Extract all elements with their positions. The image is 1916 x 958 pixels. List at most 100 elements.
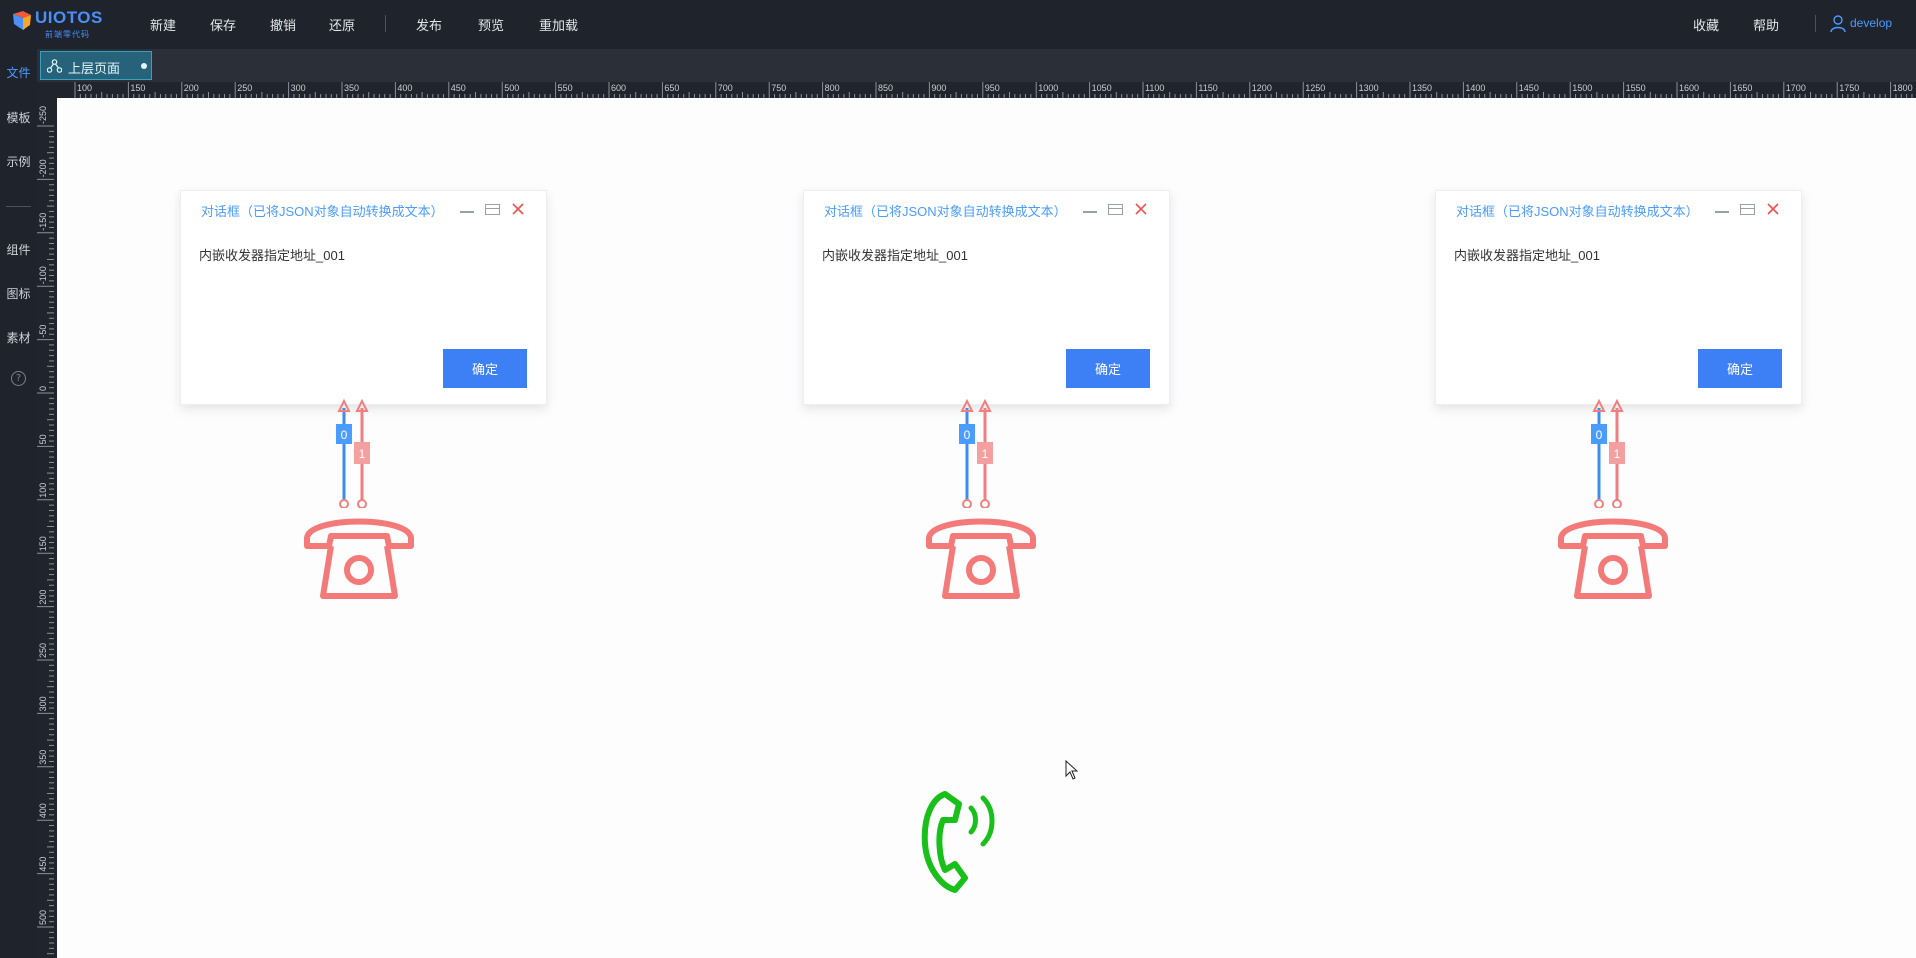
toolbar-divider-right: [1815, 15, 1816, 32]
dialog-message: 内嵌收发器指定地址_001: [822, 248, 968, 263]
ruler-label: 350: [344, 83, 359, 93]
ruler-label: 350: [38, 750, 48, 765]
ruler-label: 500: [504, 83, 519, 93]
ruler-label: 650: [664, 83, 679, 93]
horizontal-ruler[interactable]: 100 150 200 250 300 350 400 450 500 550 600 650 700 7…: [57, 82, 1916, 98]
sidebar-item-examples[interactable]: 示例: [0, 153, 37, 170]
ruler-label: 750: [771, 83, 786, 93]
unsaved-dot-icon: [141, 63, 147, 69]
ruler-label: 100: [77, 83, 92, 93]
port-label-0: 0: [1596, 428, 1603, 442]
ruler-label: 950: [985, 83, 1000, 93]
confirm-button[interactable]: 确定: [1698, 349, 1782, 388]
dialog-box[interactable]: 对话框（已将JSON对象自动转换成文本） 内嵌收发器指定地址_001 确定: [1435, 190, 1802, 405]
ruler-label: 550: [558, 83, 573, 93]
ruler-label: 1200: [1252, 83, 1272, 93]
minimize-icon[interactable]: [1715, 211, 1729, 213]
vertical-ruler[interactable]: -250 -200 -150 -100 -50 0 50 100 150 200 250 300 350…: [37, 98, 54, 958]
maximize-icon[interactable]: [485, 204, 500, 215]
minimize-icon[interactable]: [1083, 211, 1097, 213]
telephone-icon[interactable]: [923, 508, 1039, 608]
ruler-label: 1000: [1038, 83, 1058, 93]
ruler-label: 1550: [1626, 83, 1646, 93]
help-button[interactable]: 帮助: [1753, 15, 1779, 34]
dialog-box[interactable]: 对话框（已将JSON对象自动转换成文本） 内嵌收发器指定地址_001 确定: [180, 190, 547, 405]
left-sidebar: 文件 模板 示例 组件 图标 素材 ?: [0, 49, 37, 958]
ruler-label: 200: [38, 590, 48, 605]
app-logo[interactable]: UIOTOS 前端零代码: [11, 6, 111, 40]
minimize-icon[interactable]: [460, 211, 474, 213]
ruler-label: 400: [397, 83, 412, 93]
redo-button[interactable]: 还原: [329, 15, 355, 34]
mouse-cursor-icon: [1065, 760, 1079, 780]
favorite-button[interactable]: 收藏: [1693, 15, 1719, 34]
logo-subtitle: 前端零代码: [45, 30, 90, 39]
ruler-label: 300: [38, 696, 48, 711]
sidebar-item-template[interactable]: 模板: [0, 109, 37, 126]
port-label-0: 0: [964, 428, 971, 442]
ruler-label: 1750: [1839, 83, 1859, 93]
ruler-label: 1450: [1519, 83, 1539, 93]
maximize-icon[interactable]: [1740, 204, 1755, 215]
ruler-label: 800: [825, 83, 840, 93]
logo-mark-icon: [13, 11, 31, 30]
new-button[interactable]: 新建: [150, 15, 176, 34]
ruler-label: 900: [931, 83, 946, 93]
ruler-label: 1300: [1359, 83, 1379, 93]
ruler-label: 600: [611, 83, 626, 93]
port-label-1: 1: [1614, 447, 1621, 461]
ruler-label: 1150: [1198, 83, 1217, 93]
tab-parent-page[interactable]: 上层页面: [40, 51, 152, 80]
maximize-icon[interactable]: [1108, 204, 1123, 215]
preview-button[interactable]: 预览: [478, 15, 504, 34]
ruler-label: 150: [130, 83, 145, 93]
ruler-label: 300: [291, 83, 306, 93]
ruler-label: 1800: [1893, 83, 1913, 93]
user-name: develop: [1850, 16, 1893, 30]
ruler-label: 1350: [1412, 83, 1432, 93]
confirm-button[interactable]: 确定: [443, 349, 527, 388]
dialog-box[interactable]: 对话框（已将JSON对象自动转换成文本） 内嵌收发器指定地址_001 确定: [803, 190, 1170, 405]
telephone-icon[interactable]: [301, 508, 417, 608]
ruler-label: 1600: [1679, 83, 1699, 93]
ruler-label: -100: [38, 266, 48, 284]
ruler-label: -200: [38, 159, 48, 177]
close-icon[interactable]: [511, 202, 525, 216]
ruler-label: 400: [38, 803, 48, 818]
close-icon[interactable]: [1134, 202, 1148, 216]
ruler-label: -150: [38, 213, 48, 231]
telephone-icon[interactable]: [1555, 508, 1671, 608]
ruler-label: -250: [38, 106, 48, 124]
reload-button[interactable]: 重加载: [539, 15, 578, 34]
ruler-label: 100: [38, 483, 48, 498]
save-button[interactable]: 保存: [210, 15, 236, 34]
ruler-label: 250: [237, 83, 252, 93]
dialog-title: 对话框（已将JSON对象自动转换成文本）: [201, 204, 444, 219]
ruler-label: 1650: [1732, 83, 1752, 93]
ruler-label: 0: [38, 386, 48, 391]
connector-wires[interactable]: 0 1: [1583, 398, 1643, 508]
connector-wires[interactable]: 0 1: [328, 398, 388, 508]
undo-button[interactable]: 撤销: [270, 15, 296, 34]
ruler-label: 850: [878, 83, 893, 93]
ruler-label: 50: [38, 434, 48, 444]
ringing-phone-icon[interactable]: [915, 786, 1015, 896]
help-circle-icon[interactable]: ?: [11, 371, 26, 386]
connector-wires[interactable]: 0 1: [951, 398, 1011, 508]
ruler-label: 700: [718, 83, 733, 93]
sidebar-item-icons[interactable]: 图标: [0, 285, 37, 302]
design-canvas[interactable]: 对话框（已将JSON对象自动转换成文本） 内嵌收发器指定地址_001 确定 对话…: [57, 98, 1916, 958]
ruler-label: 1400: [1465, 83, 1485, 93]
ruler-label: 1700: [1786, 83, 1806, 93]
dialog-title: 对话框（已将JSON对象自动转换成文本）: [824, 204, 1067, 219]
ruler-label: 1050: [1092, 83, 1112, 93]
ruler-label: 1500: [1572, 83, 1592, 93]
sidebar-item-components[interactable]: 组件: [0, 241, 37, 258]
toolbar-divider: [385, 15, 386, 32]
publish-button[interactable]: 发布: [416, 15, 442, 34]
sidebar-item-assets[interactable]: 素材: [0, 329, 37, 346]
confirm-button[interactable]: 确定: [1066, 349, 1150, 388]
close-icon[interactable]: [1766, 202, 1780, 216]
sidebar-item-file[interactable]: 文件: [0, 64, 37, 81]
tab-bar: 上层页面: [37, 49, 1916, 82]
